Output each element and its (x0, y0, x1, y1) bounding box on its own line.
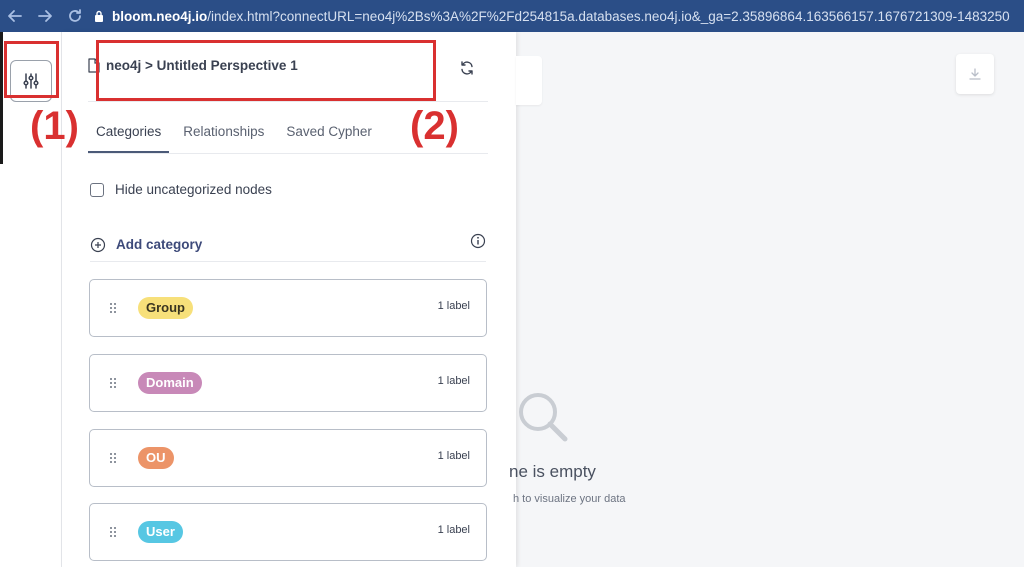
hide-uncategorized-checkbox[interactable] (90, 182, 104, 197)
refresh-icon (461, 61, 473, 75)
annotation-box-1 (4, 41, 59, 98)
category-label-count: 1 label (437, 450, 470, 462)
add-category-row: Add category (90, 228, 486, 262)
category-card[interactable]: Domain 1 label (89, 354, 487, 412)
annotation-box-2 (96, 40, 436, 101)
tab-categories[interactable]: Categories (88, 118, 170, 153)
empty-scene-subtitle: h to visualize your data (513, 493, 626, 505)
category-label-count: 1 label (437, 300, 470, 312)
annotation-marker-1: (1) (30, 104, 79, 148)
drag-handle-icon[interactable] (109, 302, 117, 314)
category-chip: Group (138, 297, 193, 319)
category-card[interactable]: OU 1 label (89, 429, 487, 487)
search-bar-edge[interactable] (516, 56, 542, 105)
add-category-button[interactable]: Add category (116, 237, 202, 252)
add-circle-icon[interactable] (90, 237, 106, 253)
refresh-perspective-button[interactable] (457, 58, 477, 78)
category-chip: Domain (138, 372, 202, 394)
url-path: /index.html?connectURL=neo4j%2Bs%3A%2F%2… (207, 8, 1010, 24)
tab-saved-cypher[interactable]: Saved Cypher (278, 118, 380, 153)
strip-edge (0, 32, 3, 164)
category-label-count: 1 label (437, 375, 470, 387)
address-bar[interactable]: bloom.neo4j.io/index.html?connectURL=neo… (94, 9, 1010, 24)
category-chip: User (138, 521, 183, 543)
lock-icon (95, 10, 103, 22)
drag-handle-icon[interactable] (109, 526, 117, 538)
category-label-count: 1 label (437, 524, 470, 536)
url-domain: bloom.neo4j.io (112, 8, 208, 24)
hide-uncategorized-label: Hide uncategorized nodes (115, 182, 272, 197)
category-card[interactable]: Group 1 label (89, 279, 487, 337)
empty-scene-title: ne is empty (509, 462, 596, 481)
download-icon (969, 68, 981, 80)
hide-uncategorized-row: Hide uncategorized nodes (90, 182, 272, 197)
magnifier-icon (519, 393, 568, 442)
reload-icon[interactable] (60, 0, 90, 32)
tab-relationships[interactable]: Relationships (175, 118, 272, 153)
category-card[interactable]: User 1 label (89, 503, 487, 561)
info-icon[interactable] (470, 233, 486, 249)
drag-handle-icon[interactable] (109, 377, 117, 389)
forward-arrow-icon[interactable] (30, 0, 60, 32)
export-button[interactable] (956, 54, 994, 94)
category-chip: OU (138, 447, 174, 469)
browser-toolbar: bloom.neo4j.io/index.html?connectURL=neo… (0, 0, 1024, 32)
back-arrow-icon[interactable] (0, 0, 30, 32)
drag-handle-icon[interactable] (109, 452, 117, 464)
annotation-marker-2: (2) (410, 104, 459, 148)
